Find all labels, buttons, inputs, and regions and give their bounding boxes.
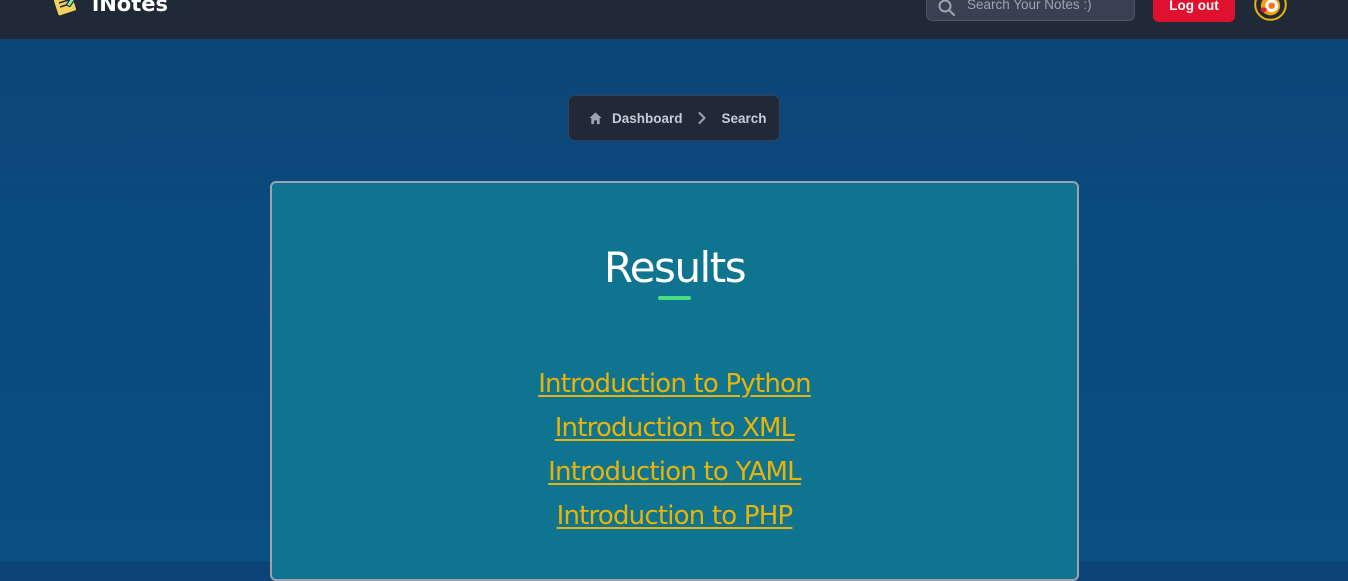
result-link-php[interactable]: Introduction to PHP xyxy=(557,501,794,531)
notepad-icon xyxy=(52,0,78,17)
user-avatar-icon[interactable] xyxy=(1250,0,1291,21)
navbar: iNotes Log out xyxy=(0,0,1348,39)
brand[interactable]: iNotes xyxy=(52,0,168,18)
chevron-right-icon xyxy=(698,112,706,124)
search-box[interactable] xyxy=(926,0,1135,21)
list-item: Introduction to YAML xyxy=(272,452,1077,496)
breadcrumb-label-search: Search xyxy=(721,110,767,126)
result-link-yaml[interactable]: Introduction to YAML xyxy=(548,457,801,487)
list-item: Introduction to XML xyxy=(272,408,1077,452)
results-list: Introduction to Python Introduction to X… xyxy=(272,364,1077,540)
breadcrumb-item-search: Search xyxy=(722,111,767,126)
search-input[interactable] xyxy=(967,0,1127,20)
list-item: Introduction to PHP xyxy=(272,496,1077,540)
result-link-python[interactable]: Introduction to Python xyxy=(538,369,811,399)
logout-button[interactable]: Log out xyxy=(1153,0,1235,22)
result-link-xml[interactable]: Introduction to XML xyxy=(555,413,795,443)
breadcrumb-item-dashboard[interactable]: Dashboard xyxy=(588,111,683,126)
home-icon xyxy=(589,111,602,124)
title-underline xyxy=(658,296,691,300)
results-card: Results Introduction to Python Introduct… xyxy=(270,181,1079,581)
search-icon xyxy=(938,0,955,16)
brand-name: iNotes xyxy=(92,0,168,16)
list-item: Introduction to Python xyxy=(272,364,1077,408)
results-title: Results xyxy=(603,243,747,292)
breadcrumb-label-dashboard: Dashboard xyxy=(612,110,683,126)
breadcrumb: Dashboard Search xyxy=(568,95,780,141)
